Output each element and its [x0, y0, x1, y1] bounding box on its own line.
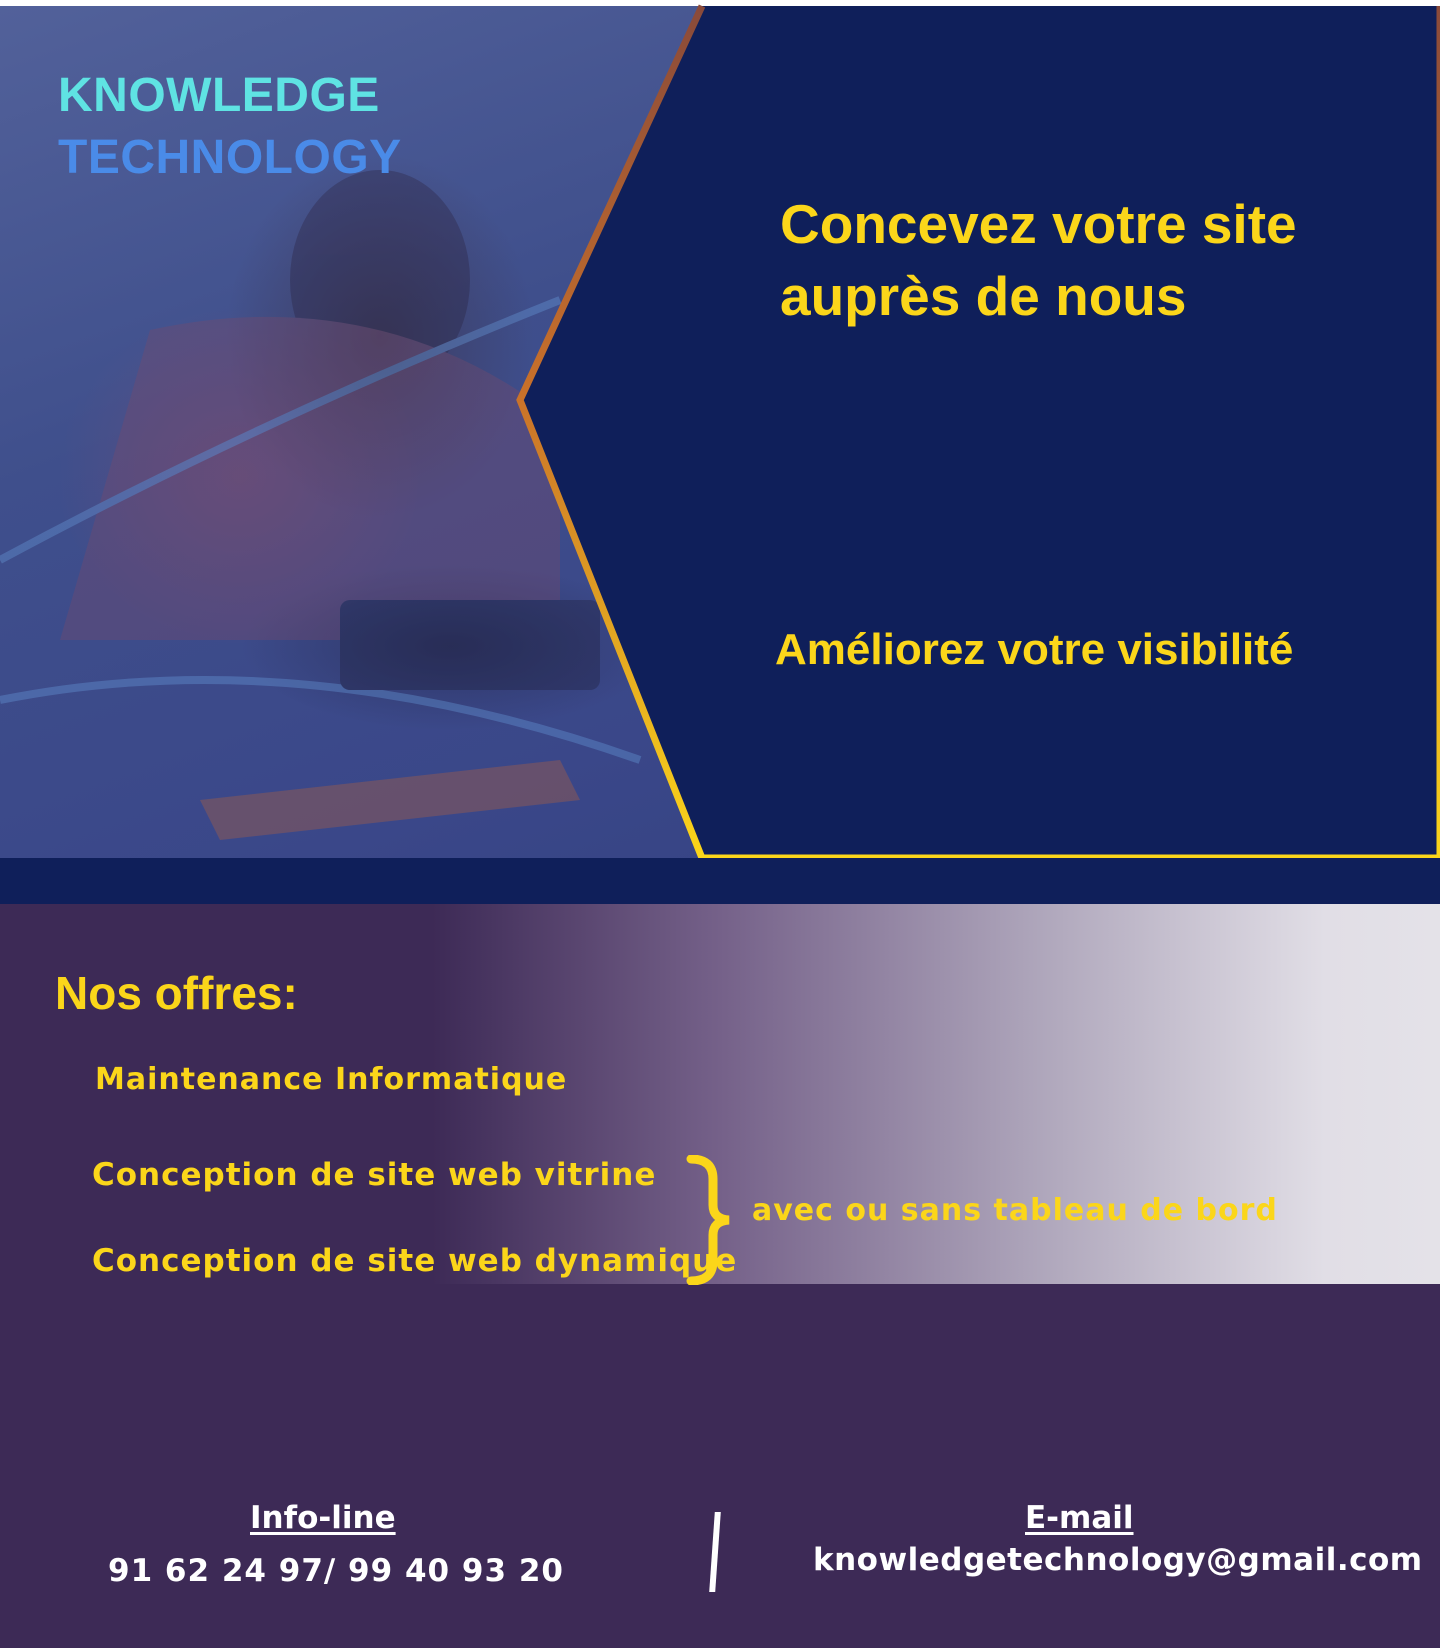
photo-scene [0, 170, 642, 840]
hero-headline: Concevez votre site auprès de nous [780, 193, 1297, 327]
offer-item: Conception de site web vitrine [92, 1157, 657, 1193]
brand-line-1: KNOWLEDGE [58, 69, 380, 122]
hero-bottom-strip [0, 858, 1440, 904]
email-address[interactable]: knowledgetechnology@gmail.com [813, 1542, 1423, 1578]
right-edge [1440, 0, 1445, 1650]
offers-title: Nos offres: [55, 967, 298, 1019]
offer-bracket-note: avec ou sans tableau de bord [752, 1193, 1278, 1228]
headline-panel [520, 6, 1440, 858]
offer-item: Maintenance Informatique [95, 1062, 568, 1097]
phone-numbers: 91 62 24 97/ 99 40 93 20 [108, 1553, 564, 1589]
hero-tagline: Améliorez votre visibilité [775, 625, 1294, 674]
email-label: E-mail [1025, 1500, 1134, 1536]
brand-line-2: TECHNOLOGY [58, 131, 402, 184]
curly-brace-icon [686, 1155, 730, 1285]
info-line-label: Info-line [250, 1500, 396, 1536]
offer-item: Conception de site web dynamique [92, 1243, 738, 1279]
